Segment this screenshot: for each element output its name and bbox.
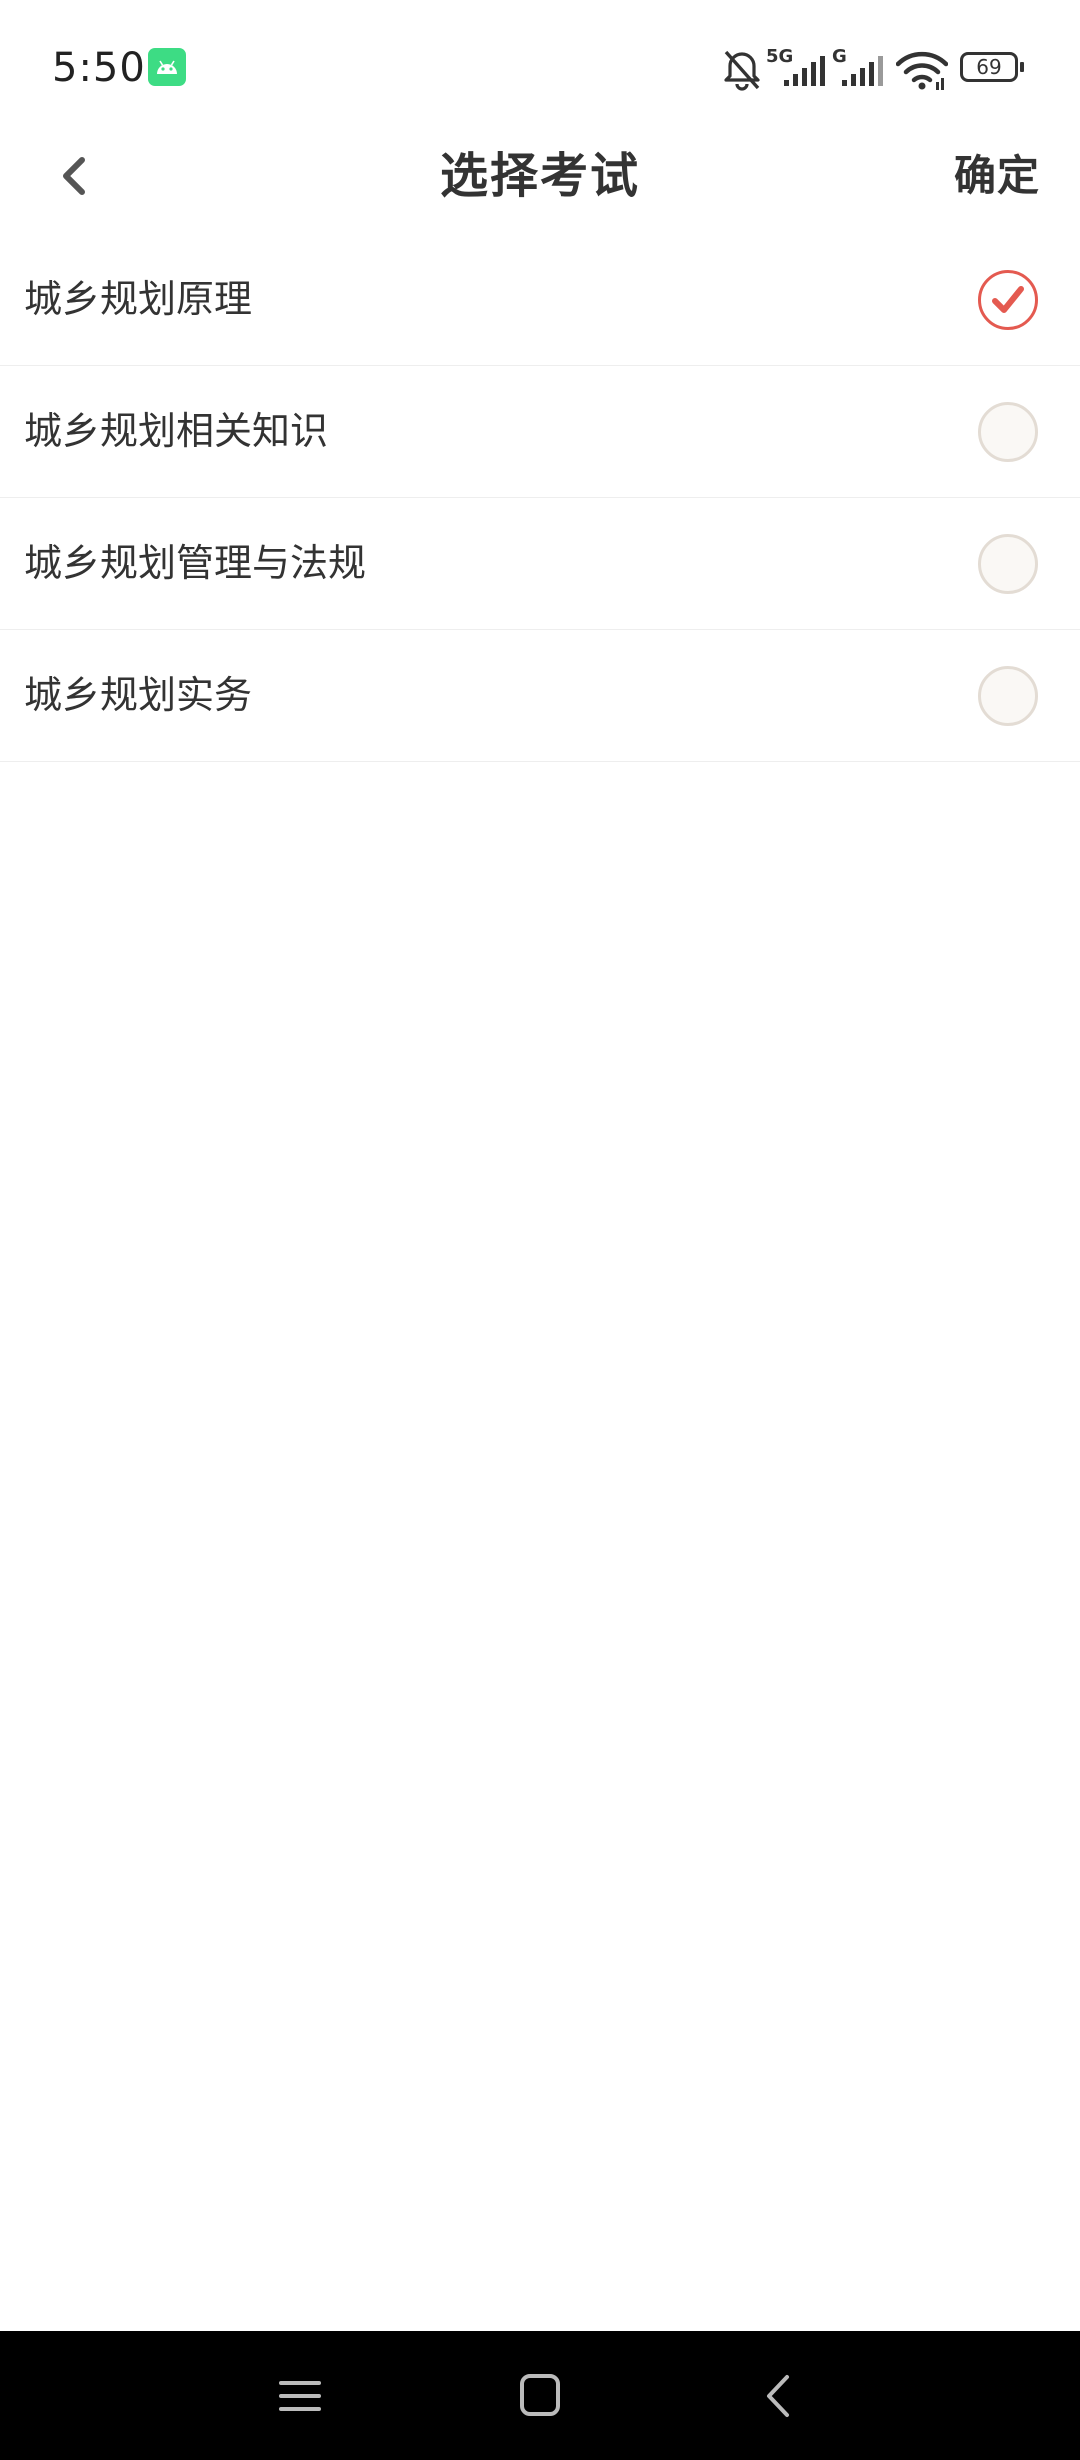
list-item[interactable]: 城乡规划相关知识: [0, 366, 1080, 498]
app-badge-icon: [148, 48, 186, 86]
menu-icon[interactable]: [265, 2361, 335, 2431]
exam-label: 城乡规划相关知识: [24, 409, 329, 453]
mute-bell-icon: [724, 50, 760, 91]
battery-level: 69: [960, 52, 1018, 82]
page-title: 选择考试: [439, 148, 640, 204]
svg-text:G: G: [832, 46, 847, 67]
radio-checked[interactable]: [978, 270, 1038, 330]
radio-unchecked[interactable]: [978, 402, 1038, 462]
radio-unchecked[interactable]: [978, 666, 1038, 726]
signal-g-icon: G: [832, 46, 883, 86]
title-bar: 选择考试 确定: [0, 128, 1080, 234]
home-icon[interactable]: [505, 2361, 575, 2431]
confirm-button[interactable]: 确定: [954, 128, 1040, 224]
exam-label: 城乡规划管理与法规: [24, 541, 367, 585]
checkmark-icon: [992, 286, 1024, 313]
back-icon[interactable]: [745, 2361, 815, 2431]
status-time: 5:50: [52, 45, 146, 91]
list-item[interactable]: 城乡规划原理: [0, 234, 1080, 366]
battery-icon: 69: [960, 52, 1024, 82]
exam-label: 城乡规划实务: [24, 673, 253, 717]
system-nav-bar: [0, 2331, 1080, 2460]
radio-unchecked[interactable]: [978, 534, 1038, 594]
wifi-icon: [896, 51, 948, 90]
list-item[interactable]: 城乡规划管理与法规: [0, 498, 1080, 630]
status-bar: 5:50 5G G 69: [0, 0, 1080, 128]
svg-text:5G: 5G: [766, 46, 793, 67]
signal-5g-icon: 5G: [766, 46, 825, 86]
exam-label: 城乡规划原理: [24, 277, 253, 321]
exam-list: 城乡规划原理 城乡规划相关知识 城乡规划管理与法规 城乡规划实务: [0, 234, 1080, 762]
list-item[interactable]: 城乡规划实务: [0, 630, 1080, 762]
